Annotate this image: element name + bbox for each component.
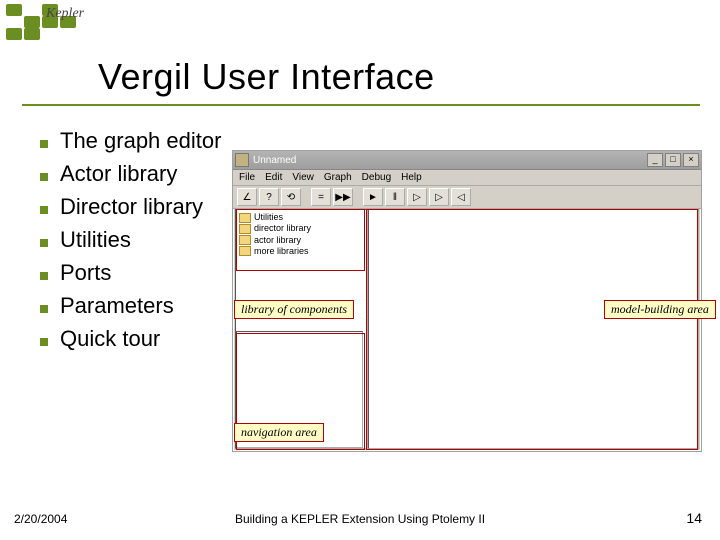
bullet-item: Parameters [40, 289, 221, 322]
bullet-text: Utilities [60, 223, 131, 256]
callout-nav: navigation area [234, 423, 324, 442]
minimize-button[interactable]: _ [647, 153, 663, 167]
toolbar-button[interactable]: ◁ [451, 188, 471, 206]
toolbar-separator [303, 189, 309, 205]
annotation-box-canvas [366, 209, 698, 450]
square-bullet-icon [40, 140, 48, 148]
square-bullet-icon [40, 272, 48, 280]
kepler-logo: Kepler [6, 4, 96, 40]
bullet-text: The graph editor [60, 124, 221, 157]
bullet-item: Quick tour [40, 322, 221, 355]
bullet-text: Quick tour [60, 322, 160, 355]
toolbar-button[interactable]: ? [259, 188, 279, 206]
close-button[interactable]: × [683, 153, 699, 167]
title-underline [22, 104, 700, 106]
maximize-button[interactable]: □ [665, 153, 681, 167]
menu-file[interactable]: File [239, 172, 255, 183]
menu-edit[interactable]: Edit [265, 172, 282, 183]
bullet-list: The graph editor Actor library Director … [40, 124, 221, 355]
toolbar-button[interactable]: ▷ [429, 188, 449, 206]
toolbar-separator [355, 189, 361, 205]
window-title: Unnamed [253, 155, 647, 166]
square-bullet-icon [40, 173, 48, 181]
kepler-logo-text: Kepler [46, 6, 84, 22]
bullet-item: Director library [40, 190, 221, 223]
square-bullet-icon [40, 239, 48, 247]
bullet-item: Actor library [40, 157, 221, 190]
toolbar-button[interactable]: ⟲ [281, 188, 301, 206]
toolbar-button[interactable]: ∠ [237, 188, 257, 206]
tool-bar: ∠ ? ⟲ = ▶▶ ► ‖ ▷ ▷ ◁ [233, 186, 701, 209]
menu-help[interactable]: Help [401, 172, 422, 183]
square-bullet-icon [40, 206, 48, 214]
toolbar-button-pause[interactable]: ‖ [385, 188, 405, 206]
bullet-item: Ports [40, 256, 221, 289]
square-bullet-icon [40, 305, 48, 313]
toolbar-button-play[interactable]: ► [363, 188, 383, 206]
menu-bar: File Edit View Graph Debug Help [233, 170, 701, 186]
callout-library: library of components [234, 300, 354, 319]
toolbar-button[interactable]: = [311, 188, 331, 206]
window-control-buttons: _ □ × [647, 153, 699, 167]
menu-view[interactable]: View [292, 172, 314, 183]
bullet-text: Parameters [60, 289, 174, 322]
callout-canvas: model-building area [604, 300, 716, 319]
square-bullet-icon [40, 338, 48, 346]
footer-title: Building a KEPLER Extension Using Ptolem… [0, 512, 720, 526]
annotation-box-library [236, 209, 365, 271]
toolbar-button[interactable]: ▷ [407, 188, 427, 206]
menu-graph[interactable]: Graph [324, 172, 352, 183]
bullet-text: Director library [60, 190, 203, 223]
app-icon [235, 153, 249, 167]
bullet-text: Actor library [60, 157, 177, 190]
menu-debug[interactable]: Debug [362, 172, 391, 183]
footer-page-number: 14 [686, 510, 702, 526]
slide-title: Vergil User Interface [98, 56, 690, 98]
bullet-item: Utilities [40, 223, 221, 256]
window-titlebar: Unnamed _ □ × [233, 151, 701, 170]
toolbar-button[interactable]: ▶▶ [333, 188, 353, 206]
bullet-text: Ports [60, 256, 111, 289]
bullet-item: The graph editor [40, 124, 221, 157]
